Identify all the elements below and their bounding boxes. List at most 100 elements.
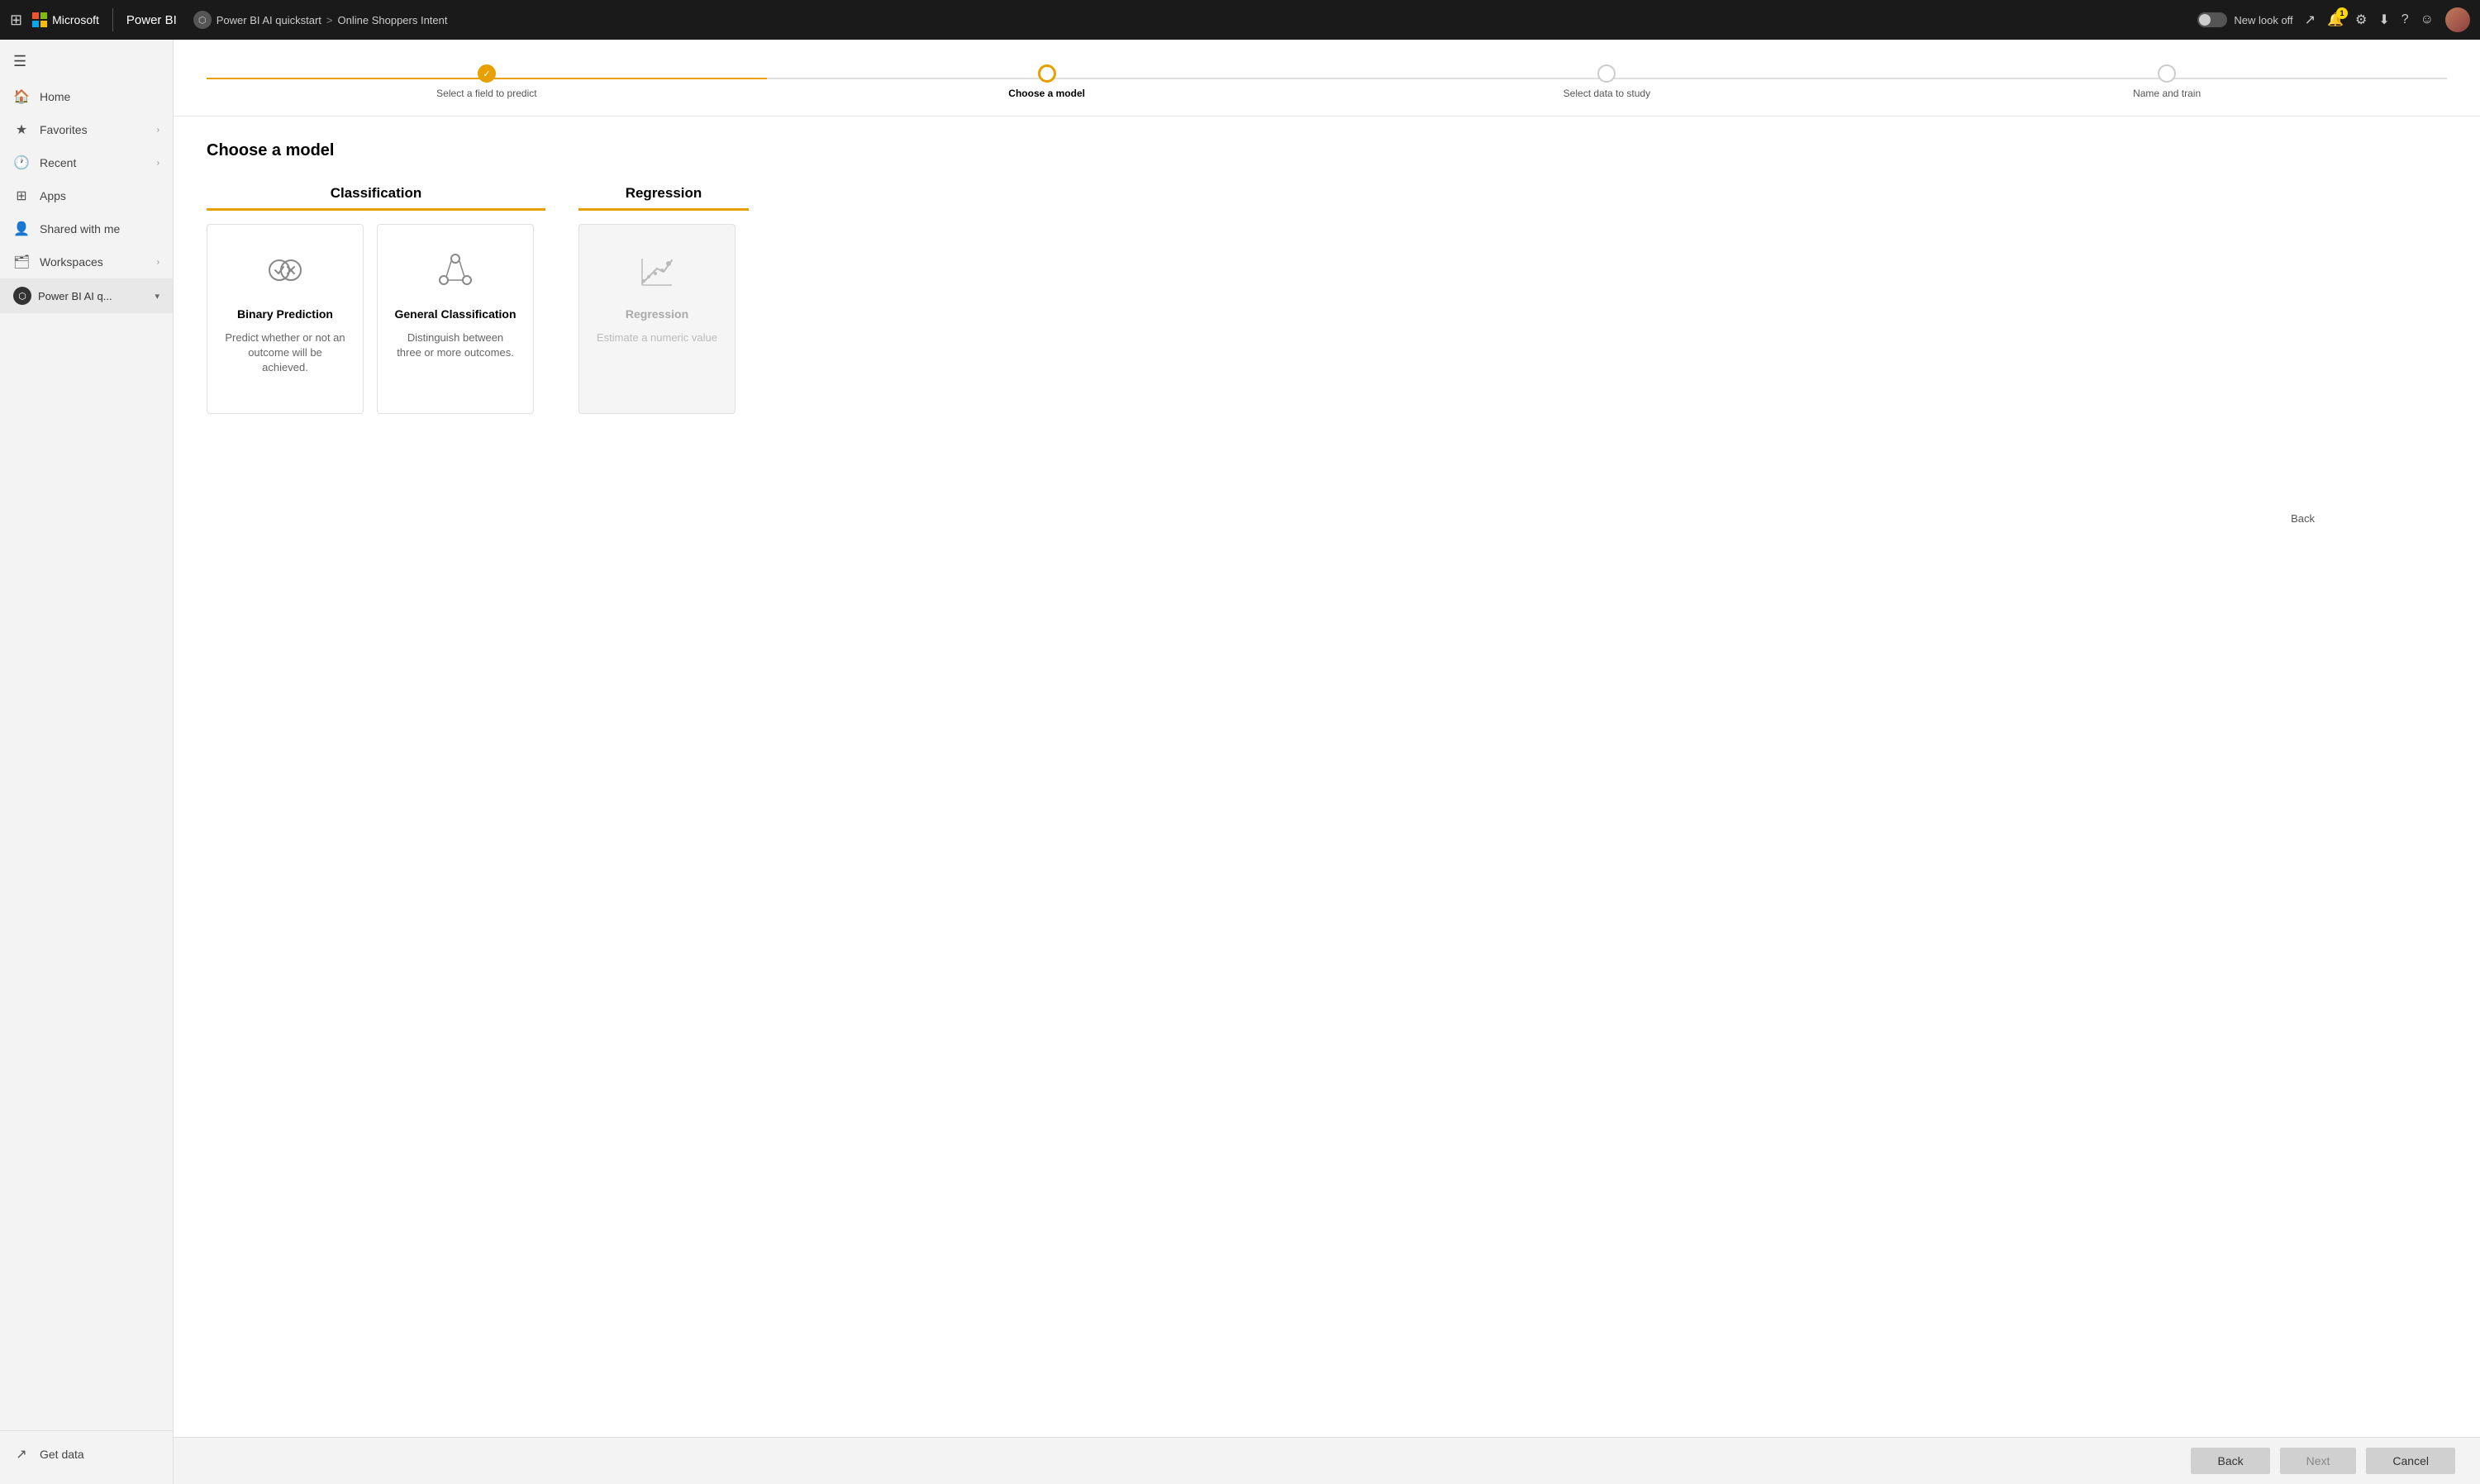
binary-prediction-icon <box>267 250 303 291</box>
avatar[interactable] <box>2445 7 2470 32</box>
wizard-step-select-data[interactable]: Select data to study <box>1327 64 1887 99</box>
sidebar-shared-label: Shared with me <box>40 222 159 235</box>
recent-icon: 🕐 <box>13 155 30 171</box>
sidebar-toggle-wrap[interactable]: ☰ <box>0 46 173 77</box>
bottom-bar: Back Next Cancel <box>174 1437 2480 1484</box>
classification-title: Classification <box>331 185 422 202</box>
download-icon[interactable]: ⬇ <box>2378 12 2389 28</box>
wizard-step-choose-model[interactable]: Choose a model <box>767 64 1327 99</box>
apps-icon: ⊞ <box>13 188 30 204</box>
step-circle-3 <box>1597 64 1616 83</box>
sidebar-apps-label: Apps <box>40 189 159 202</box>
ms-sq-green <box>40 12 47 19</box>
topbar: ⊞ Microsoft Power BI ⬡ Power BI AI quick… <box>0 0 2480 40</box>
content-area: ✓ Select a field to predict Choose a mod… <box>174 40 2480 1484</box>
step-circle-1: ✓ <box>478 64 496 83</box>
regression-header: Regression <box>578 185 749 211</box>
avatar-image <box>2445 7 2470 32</box>
new-look-label: New look off <box>2234 14 2292 26</box>
general-classification-desc: Distinguish between three or more outcom… <box>394 331 516 360</box>
sidebar-workspaces-label: Workspaces <box>40 255 147 269</box>
sidebar-item-workspaces[interactable]: 🗂 Workspaces › <box>0 245 173 278</box>
main-layout: ☰ 🏠 Home ★ Favorites › 🕐 Recent › ⊞ Apps… <box>0 40 2480 1484</box>
sidebar-get-data-label: Get data <box>40 1448 159 1461</box>
wizard-steps: ✓ Select a field to predict Choose a mod… <box>174 40 2480 117</box>
category-classification: Classification <box>207 185 545 414</box>
wizard-step-select-field[interactable]: ✓ Select a field to predict <box>207 64 767 99</box>
classification-cards: Binary Prediction Predict whether or not… <box>207 224 545 414</box>
topbar-divider <box>112 8 113 31</box>
sidebar-active-workspace[interactable]: ⬡ Power BI AI q... ▾ <box>0 278 173 313</box>
favorites-icon: ★ <box>13 121 30 138</box>
breadcrumb-page-name: Online Shoppers Intent <box>338 14 448 26</box>
binary-prediction-desc: Predict whether or not an outcome will b… <box>224 331 346 376</box>
binary-prediction-title: Binary Prediction <box>237 307 333 321</box>
regression-cards: Regression Estimate a numeric value <box>578 224 749 414</box>
get-data-icon: ↗ <box>13 1446 30 1463</box>
regression-underline <box>578 208 749 211</box>
sidebar-bottom: ↗ Get data <box>0 1430 173 1477</box>
sidebar-item-apps[interactable]: ⊞ Apps <box>0 179 173 212</box>
new-look-toggle-wrap: New look off <box>2197 12 2292 27</box>
settings-icon[interactable]: ⚙ <box>2355 12 2367 28</box>
recent-chevron-icon: › <box>157 159 159 168</box>
sidebar-favorites-label: Favorites <box>40 123 147 136</box>
breadcrumb-separator: > <box>326 14 333 26</box>
favorites-chevron-icon: › <box>157 126 159 135</box>
home-icon: 🏠 <box>13 88 30 105</box>
sidebar-item-recent[interactable]: 🕐 Recent › <box>0 146 173 179</box>
microsoft-logo: Microsoft <box>32 12 99 27</box>
back-button[interactable]: Back <box>2191 1448 2269 1474</box>
category-regression: Regression <box>578 185 749 414</box>
ms-sq-blue <box>32 21 39 27</box>
next-button: Next <box>2280 1448 2357 1474</box>
regression-title-card: Regression <box>626 307 688 321</box>
smiley-icon[interactable]: ☺ <box>2420 12 2434 27</box>
app-name: Power BI <box>126 13 177 27</box>
breadcrumb: ⬡ Power BI AI quickstart > Online Shoppe… <box>193 11 448 29</box>
general-classification-icon <box>437 250 474 291</box>
workspaces-icon: 🗂 <box>13 254 30 270</box>
notification-badge: 1 <box>2336 7 2348 19</box>
hamburger-icon[interactable]: ☰ <box>13 53 26 69</box>
workspace-name: Power BI AI q... <box>38 290 112 302</box>
sidebar-spacer <box>0 313 173 1430</box>
step-label-1: Select a field to predict <box>436 88 536 99</box>
model-categories: Classification <box>207 185 2447 414</box>
sidebar-item-home[interactable]: 🏠 Home <box>0 80 173 113</box>
breadcrumb-workspace-icon: ⬡ <box>193 11 212 29</box>
model-card-general-classification[interactable]: General Classification Distinguish betwe… <box>377 224 534 414</box>
ms-logo-squares <box>32 12 47 27</box>
help-icon[interactable]: ? <box>2401 12 2409 27</box>
ms-sq-red <box>32 12 39 19</box>
breadcrumb-workspace-name[interactable]: Power BI AI quickstart <box>217 14 321 26</box>
ms-sq-yellow <box>40 21 47 27</box>
toggle-knob <box>2199 14 2211 26</box>
general-classification-title: General Classification <box>394 307 516 321</box>
expand-icon[interactable]: ↗ <box>2305 12 2316 28</box>
model-section: Choose a model Classification <box>174 117 2480 1437</box>
new-look-toggle[interactable] <box>2197 12 2227 27</box>
sidebar-item-get-data[interactable]: ↗ Get data <box>0 1438 173 1471</box>
sidebar-recent-label: Recent <box>40 156 147 169</box>
step-label-4: Name and train <box>2133 88 2201 99</box>
sidebar-home-label: Home <box>40 90 159 103</box>
apps-grid-icon[interactable]: ⊞ <box>10 12 22 29</box>
model-card-regression: Regression Estimate a numeric value <box>578 224 735 414</box>
step-circle-2 <box>1038 64 1056 83</box>
workspace-chevron-icon: ▾ <box>155 291 159 302</box>
notification-icon[interactable]: 🔔 1 <box>2327 12 2344 28</box>
workspaces-chevron-icon: › <box>157 258 159 267</box>
topbar-right: New look off ↗ 🔔 1 ⚙ ⬇ ? ☺ <box>2197 7 2470 32</box>
sidebar-item-shared[interactable]: 👤 Shared with me <box>0 212 173 245</box>
section-title: Choose a model <box>207 141 2447 160</box>
cancel-button[interactable]: Cancel <box>2366 1448 2455 1474</box>
model-card-binary[interactable]: Binary Prediction Predict whether or not… <box>207 224 364 414</box>
workspace-icon: ⬡ <box>13 287 31 305</box>
microsoft-label: Microsoft <box>52 13 99 26</box>
wizard-step-name-train[interactable]: Name and train <box>1887 64 2447 99</box>
regression-icon <box>639 250 675 291</box>
sidebar-item-favorites[interactable]: ★ Favorites › <box>0 113 173 146</box>
back-hint: Back <box>2291 512 2315 525</box>
sidebar: ☰ 🏠 Home ★ Favorites › 🕐 Recent › ⊞ Apps… <box>0 40 174 1484</box>
